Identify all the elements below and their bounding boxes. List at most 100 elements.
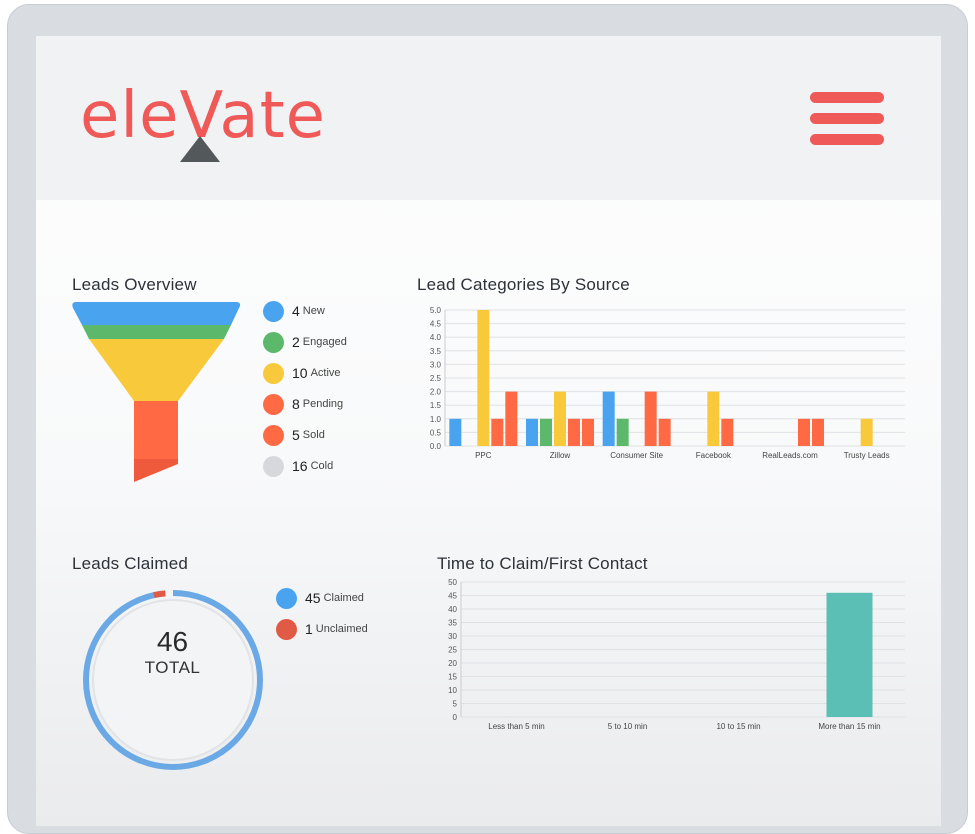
x-tick-label: Facebook bbox=[696, 451, 732, 460]
y-tick-label: 35 bbox=[448, 619, 457, 628]
app-header: eleVate bbox=[36, 36, 941, 200]
y-tick-label: 40 bbox=[448, 605, 457, 614]
y-tick-label: 3.5 bbox=[430, 347, 442, 356]
y-tick-label: 0.0 bbox=[430, 442, 442, 451]
legend-count: 16 bbox=[292, 458, 308, 474]
x-tick-label: More than 15 min bbox=[818, 722, 880, 731]
legend-item-sold[interactable]: 5 Sold bbox=[263, 424, 325, 446]
y-tick-label: 25 bbox=[448, 646, 457, 655]
donut-inner-disc bbox=[92, 599, 254, 761]
bar bbox=[812, 418, 824, 446]
legend-item-active[interactable]: 10 Active bbox=[263, 362, 341, 384]
lead-categories-chart: 0.0 0.5 1.0 1.5 2.0 2.5 3.0 3.5 4.0 4.5 5.0 PPC Zill… bbox=[430, 306, 905, 460]
funnel-stage-pending bbox=[134, 401, 178, 459]
x-tick-label: 10 to 15 min bbox=[716, 722, 760, 731]
legend-dot-cold bbox=[263, 455, 284, 477]
leads-overview-title: Leads Overview bbox=[72, 275, 197, 294]
legend-item-cold[interactable]: 16 Cold bbox=[263, 455, 333, 477]
legend-item-engaged[interactable]: 2 Engaged bbox=[263, 331, 347, 353]
y-tick-label: 4.0 bbox=[430, 333, 442, 342]
x-tick-label: Zillow bbox=[550, 451, 571, 460]
funnel-stage-sold bbox=[134, 459, 178, 482]
donut-total-label: TOTAL bbox=[144, 658, 201, 677]
legend-item-pending[interactable]: 8 Pending bbox=[263, 393, 343, 415]
legend-dot-claimed bbox=[276, 587, 297, 609]
bar bbox=[554, 391, 566, 446]
legend-label: Sold bbox=[302, 429, 325, 441]
bar bbox=[526, 418, 538, 446]
logo-triangle-icon bbox=[180, 136, 220, 162]
y-tick-label: 5.0 bbox=[430, 306, 442, 315]
bar bbox=[568, 418, 580, 446]
legend-label: Pending bbox=[302, 398, 344, 410]
bar bbox=[616, 418, 629, 446]
legend-item-claimed[interactable]: 45 Claimed bbox=[276, 587, 364, 609]
legend-dot-active bbox=[263, 362, 284, 384]
legend-dot-new bbox=[263, 300, 284, 322]
y-tick-label: 10 bbox=[448, 686, 457, 695]
funnel-stage-new bbox=[72, 302, 241, 325]
y-tick-label: 30 bbox=[448, 632, 457, 641]
legend-count: 10 bbox=[292, 365, 308, 381]
legend-count: 4 bbox=[292, 303, 300, 319]
y-tick-label: 15 bbox=[448, 673, 457, 682]
bar bbox=[721, 418, 734, 446]
y-tick-label: 2.0 bbox=[430, 388, 442, 397]
funnel-stage-engaged bbox=[82, 325, 231, 339]
legend-label: Claimed bbox=[323, 592, 364, 604]
x-tick-label: PPC bbox=[475, 451, 492, 460]
legend-dot-unclaimed bbox=[276, 618, 297, 640]
y-tick-label: 20 bbox=[448, 659, 457, 668]
leads-claimed-donut bbox=[83, 590, 263, 770]
bar bbox=[658, 418, 671, 446]
funnel-stage-active bbox=[89, 339, 224, 401]
legend-count: 45 bbox=[305, 590, 321, 606]
legend-count: 2 bbox=[292, 334, 300, 350]
bar bbox=[449, 418, 462, 446]
legend-label: Unclaimed bbox=[315, 623, 368, 635]
bar bbox=[491, 418, 504, 446]
bar bbox=[826, 592, 873, 717]
leads-claimed-title: Leads Claimed bbox=[72, 554, 188, 573]
legend-count: 5 bbox=[292, 427, 300, 443]
x-tick-label: Consumer Site bbox=[610, 451, 663, 460]
legend-dot-sold bbox=[263, 424, 284, 446]
x-tick-label: RealLeads.com bbox=[762, 451, 818, 460]
app-screen: eleVate Leads Overview 4 New 2 Engaged 1… bbox=[36, 36, 941, 826]
x-tick-label: 5 to 10 min bbox=[608, 722, 648, 731]
hamburger-menu-button[interactable] bbox=[810, 92, 884, 148]
y-tick-label: 50 bbox=[448, 579, 457, 587]
legend-item-new[interactable]: 4 New bbox=[263, 300, 325, 322]
y-tick-label: 3.0 bbox=[430, 360, 442, 369]
bar bbox=[582, 418, 594, 446]
time-to-claim-title: Time to Claim/First Contact bbox=[437, 554, 648, 573]
bar bbox=[505, 391, 518, 446]
y-tick-label: 4.5 bbox=[430, 320, 442, 329]
y-tick-label: 1.5 bbox=[430, 401, 442, 410]
leads-funnel bbox=[72, 302, 241, 482]
x-tick-label: Less than 5 min bbox=[488, 722, 544, 731]
bar bbox=[540, 418, 552, 446]
y-tick-label: 45 bbox=[448, 592, 457, 601]
hamburger-icon-bar-top bbox=[810, 92, 884, 103]
bar bbox=[707, 391, 720, 446]
legend-label: Engaged bbox=[302, 336, 347, 348]
legend-label: New bbox=[302, 305, 325, 317]
y-tick-label: 2.5 bbox=[430, 374, 442, 383]
time-to-claim-chart: 0 5 10 15 20 25 30 35 40 45 50 Less than 5 min 5 to … bbox=[448, 579, 905, 731]
bar bbox=[860, 418, 873, 446]
bar bbox=[798, 418, 810, 446]
hamburger-icon-bar-middle bbox=[810, 113, 884, 124]
legend-item-unclaimed[interactable]: 1 Unclaimed bbox=[276, 618, 368, 640]
legend-label: Cold bbox=[310, 460, 334, 472]
y-tick-label: 5 bbox=[453, 700, 458, 709]
donut-center: 46 TOTAL bbox=[80, 626, 265, 678]
bar bbox=[644, 391, 657, 446]
hamburger-icon-bar-bottom bbox=[810, 134, 884, 145]
legend-count: 8 bbox=[292, 396, 300, 412]
lead-categories-title: Lead Categories By Source bbox=[417, 275, 630, 294]
bar bbox=[602, 391, 615, 446]
legend-dot-pending bbox=[263, 393, 284, 415]
brand-logo[interactable]: eleVate bbox=[80, 66, 340, 166]
legend-count: 1 bbox=[305, 621, 313, 637]
